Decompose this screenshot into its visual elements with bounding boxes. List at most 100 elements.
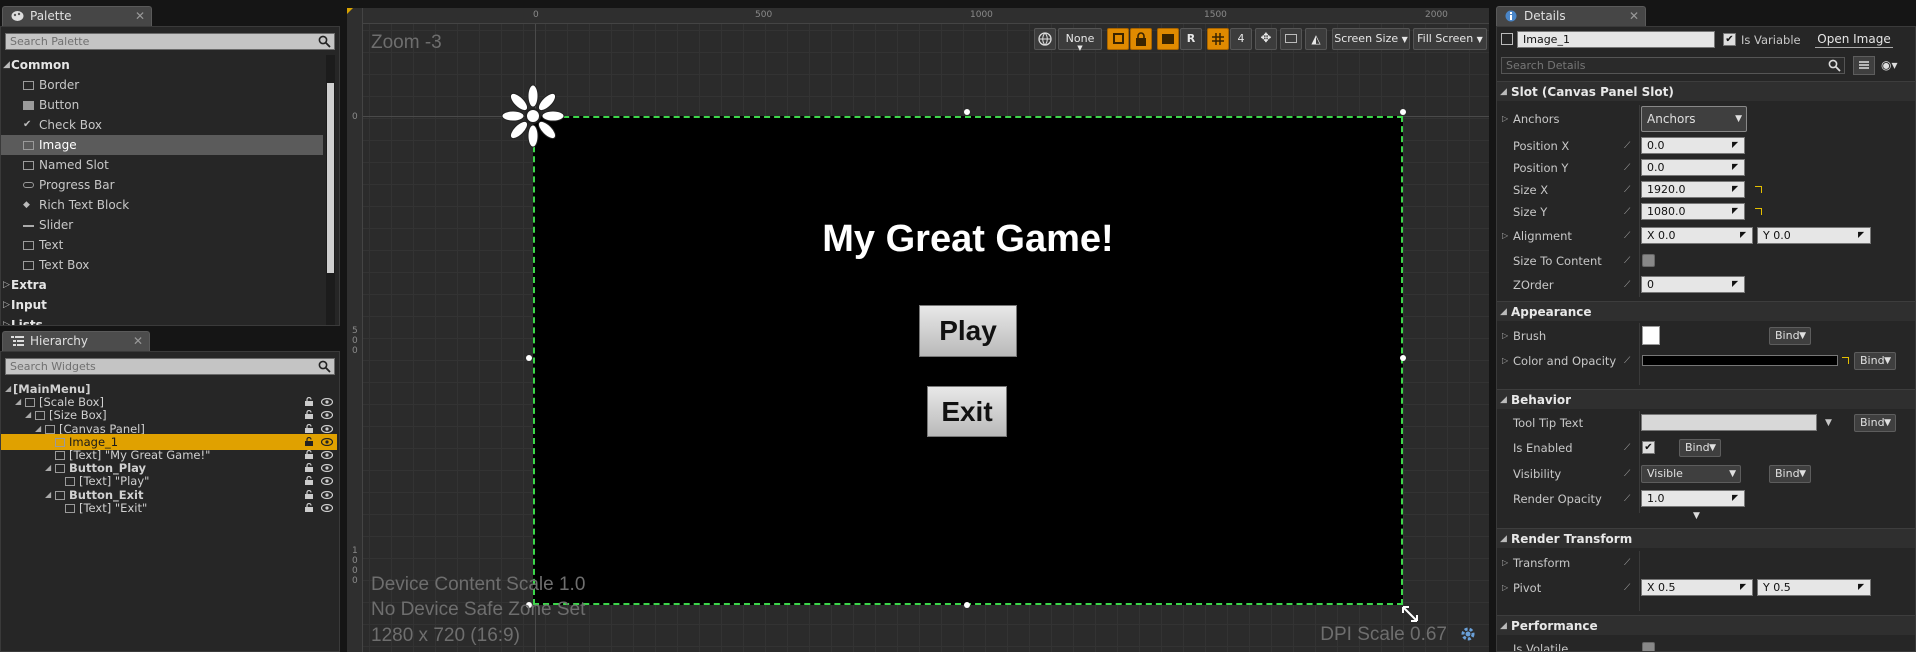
tooltip-bind-button[interactable]: Bind ▼ <box>1854 414 1896 432</box>
link-icon[interactable]: ⟋ <box>1624 469 1633 479</box>
visibility-dropdown[interactable]: Visible ▼ <box>1641 465 1741 483</box>
palette-tab[interactable]: Palette ✕ <box>2 6 152 26</box>
widget-name-field[interactable]: Image_1 <box>1517 31 1715 48</box>
game-title-text[interactable]: My Great Game! <box>535 218 1401 261</box>
zorder-input[interactable]: 0 ◤ <box>1641 276 1745 293</box>
color-swatch[interactable] <box>1642 355 1838 366</box>
visibility-bind-button[interactable]: Bind ▼ <box>1769 465 1811 483</box>
designer-viewport[interactable]: 0 500 1000 1500 2000 0 5 0 0 1 0 0 0 Zoo… <box>347 8 1489 652</box>
expand-right-icon[interactable]: ▷ <box>1502 553 1508 573</box>
enabled-bind-button[interactable]: Bind ▼ <box>1679 439 1721 457</box>
expand-right-icon[interactable]: ▷ <box>1502 109 1508 129</box>
anchor-medallion-icon[interactable] <box>501 84 565 148</box>
section-render-transform[interactable]: ◢ Render Transform <box>1497 528 1915 548</box>
link-icon[interactable]: ⟋ <box>1624 185 1633 195</box>
transform-toggle[interactable]: ✥ <box>1255 28 1277 50</box>
link-icon[interactable]: ⟋ <box>1624 356 1633 366</box>
palette-item-named-slot[interactable]: Named Slot <box>1 155 323 175</box>
is-enabled-checkbox[interactable]: ✔ <box>1642 441 1655 454</box>
section-slot[interactable]: ◢ Slot (Canvas Panel Slot) <box>1497 81 1915 101</box>
resize-handle-top-right[interactable] <box>1400 109 1406 115</box>
lock-icon[interactable] <box>305 397 313 407</box>
close-icon[interactable]: ✕ <box>135 7 145 26</box>
outline-toggle[interactable] <box>1107 28 1129 50</box>
link-icon[interactable]: ⟋ <box>1624 558 1633 568</box>
eye-icon[interactable] <box>321 490 333 499</box>
open-image-button[interactable]: Open Image <box>1815 30 1893 48</box>
lock-icon[interactable] <box>305 410 313 420</box>
pivot-y-input[interactable]: Y 0.5 ◤ <box>1757 579 1871 596</box>
palette-item-text-box[interactable]: Text Box <box>1 255 323 275</box>
link-icon[interactable]: ⟋ <box>1624 231 1633 241</box>
close-icon[interactable]: ✕ <box>1629 7 1639 26</box>
brush-bind-button[interactable]: Bind ▼ <box>1769 327 1811 345</box>
section-behavior[interactable]: ◢ Behavior <box>1497 389 1915 409</box>
palette-category-lists[interactable]: ▷ Lists <box>1 315 323 325</box>
resize-handle-bottom[interactable] <box>964 602 970 608</box>
size-x-input[interactable]: 1920.0 ◤ <box>1641 181 1745 198</box>
hierarchy-tab[interactable]: Hierarchy ✕ <box>2 331 150 351</box>
lock-icon[interactable] <box>305 436 313 446</box>
widget-search-input[interactable]: Search Widgets <box>5 358 335 375</box>
view-options-eye-icon[interactable]: ◉▾ <box>1881 58 1898 72</box>
eye-icon[interactable] <box>321 411 333 420</box>
lock-icon[interactable] <box>305 502 313 512</box>
link-icon[interactable]: ⟋ <box>1624 141 1633 151</box>
link-icon[interactable]: ⟋ <box>1624 443 1633 453</box>
resize-handle-top[interactable] <box>964 109 970 115</box>
expand-right-icon[interactable]: ▷ <box>1502 351 1508 371</box>
reset-to-default-icon[interactable] <box>1755 186 1762 193</box>
brush-swatch[interactable] <box>1642 326 1660 345</box>
section-appearance[interactable]: ◢ Appearance <box>1497 301 1915 321</box>
palette-category-extra[interactable]: ▷ Extra <box>1 275 323 295</box>
palette-item-rich-text-block[interactable]: ◆ Rich Text Block <box>1 195 323 215</box>
palette-item-button[interactable]: Button <box>1 95 323 115</box>
lock-icon[interactable] <box>305 476 313 486</box>
eye-icon[interactable] <box>321 437 333 446</box>
resize-handle-right[interactable] <box>1400 355 1406 361</box>
palette-search-input[interactable]: Search Palette <box>5 33 335 50</box>
lock-icon[interactable] <box>305 463 313 473</box>
column-divider[interactable] <box>1639 411 1640 513</box>
is-volatile-checkbox[interactable] <box>1642 642 1655 651</box>
palette-scrollbar[interactable] <box>326 55 335 325</box>
screen-size-dropdown[interactable]: Screen Size ▼ <box>1332 28 1410 50</box>
scrollbar-thumb[interactable] <box>327 83 334 273</box>
preview-none-dropdown[interactable]: None ▼ <box>1058 28 1102 52</box>
resize-arrow-icon[interactable] <box>1401 605 1421 625</box>
eye-icon[interactable] <box>321 424 333 433</box>
widget-canvas[interactable]: My Great Game! Play Exit <box>533 116 1403 605</box>
palette-item-text[interactable]: Text <box>1 235 323 255</box>
expand-right-icon[interactable]: ▷ <box>1502 326 1508 346</box>
palette-category-common[interactable]: ◢ Common <box>1 55 323 75</box>
resize-handle-left[interactable] <box>526 355 532 361</box>
column-divider[interactable] <box>1639 323 1640 385</box>
chevron-down-icon[interactable]: ▼ <box>1825 413 1832 433</box>
eye-icon[interactable] <box>321 398 333 407</box>
size-to-content-checkbox[interactable] <box>1642 254 1655 267</box>
alignment-x-input[interactable]: X 0.0 ◤ <box>1641 227 1753 244</box>
exit-button[interactable]: Exit <box>927 386 1007 437</box>
palette-item-image[interactable]: Image <box>1 135 323 155</box>
fill-screen-dropdown[interactable]: Fill Screen ▼ <box>1413 28 1487 50</box>
eye-icon[interactable] <box>321 451 333 459</box>
pivot-x-input[interactable]: X 0.5 ◤ <box>1641 579 1753 596</box>
eye-icon[interactable] <box>321 503 333 512</box>
link-icon[interactable]: ⟋ <box>1624 256 1633 266</box>
lock-icon[interactable] <box>305 450 313 459</box>
color-bind-button[interactable]: Bind ▼ <box>1854 352 1896 370</box>
is-variable-checkbox[interactable]: ✔ <box>1723 33 1736 46</box>
link-icon[interactable]: ⟋ <box>1624 207 1633 217</box>
dashed-outline-toggle[interactable] <box>1157 28 1179 50</box>
details-search-input[interactable]: Search Details <box>1501 57 1845 74</box>
expand-right-icon[interactable]: ▷ <box>1502 226 1508 246</box>
contrast-toggle[interactable]: ◭ <box>1305 28 1327 50</box>
column-divider[interactable] <box>1639 105 1640 297</box>
link-icon[interactable]: ⟋ <box>1624 583 1633 593</box>
property-matrix-button[interactable] <box>1853 56 1875 75</box>
position-x-input[interactable]: 0.0 ◤ <box>1641 137 1745 154</box>
eye-icon[interactable] <box>321 464 333 473</box>
grid-snap-toggle[interactable] <box>1207 28 1229 50</box>
expand-right-icon[interactable]: ▷ <box>1502 578 1508 598</box>
background-toggle[interactable] <box>1280 28 1302 50</box>
